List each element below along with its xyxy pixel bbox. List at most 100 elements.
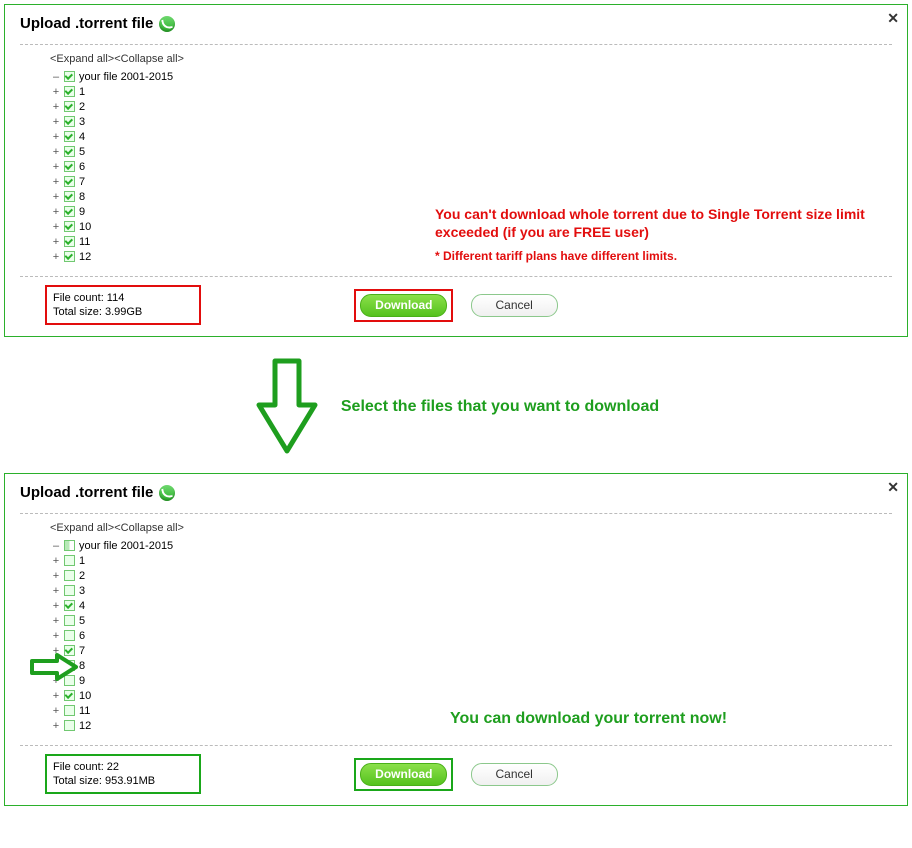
checkbox[interactable] [64,600,75,611]
tree-item: +2 [50,99,892,114]
expand-toggle[interactable]: + [50,251,62,263]
expand-toggle[interactable]: + [50,206,62,218]
checkbox[interactable] [64,236,75,247]
expand-all-link[interactable]: <Expand all> [50,522,114,534]
expand-toggle[interactable]: + [50,161,62,173]
children-list-2: +1+2+3+4+5+6+7+8+9+10+11+12 [50,553,892,733]
checkbox[interactable] [64,146,75,157]
expand-toggle[interactable]: + [50,131,62,143]
checkbox[interactable] [64,221,75,232]
tree-item: +6 [50,628,892,643]
item-label: 9 [79,206,85,218]
tree-item: +3 [50,114,892,129]
tree-item: +3 [50,583,892,598]
expand-toggle[interactable]: + [50,720,62,732]
expand-toggle[interactable]: + [50,630,62,642]
checkbox[interactable] [64,161,75,172]
item-label: 5 [79,146,85,158]
expand-toggle[interactable]: + [50,191,62,203]
close-button[interactable]: ✕ [887,10,899,27]
collapse-all-link[interactable]: <Collapse all> [114,522,184,534]
checkbox[interactable] [64,191,75,202]
tree-item: +5 [50,144,892,159]
item-label: 8 [79,660,85,672]
checkbox[interactable] [64,555,75,566]
item-label: 11 [79,236,90,248]
expand-toggle[interactable]: + [50,570,62,582]
expand-toggle[interactable]: + [50,585,62,597]
item-label: 2 [79,101,85,113]
close-button[interactable]: ✕ [887,479,899,496]
item-label: 2 [79,570,85,582]
collapse-all-link[interactable]: <Collapse all> [114,53,184,65]
highlight-download: Download [354,289,453,322]
expand-toggle[interactable]: – [50,540,62,552]
annotation-error: You can't download whole torrent due to … [435,205,895,265]
checkbox[interactable] [64,116,75,127]
dialog-title: Upload .torrent file [20,15,892,32]
upload-dialog-2: ✕ Upload .torrent file <Expand all><Coll… [4,473,908,806]
checkbox[interactable] [64,86,75,97]
down-arrow-icon [253,357,321,457]
item-label: 12 [79,720,91,732]
expand-toggle[interactable]: + [50,176,62,188]
tree-item: +1 [50,553,892,568]
cancel-button[interactable]: Cancel [471,294,558,317]
tree-root-row: – your file 2001-2015 [50,69,892,84]
checkbox[interactable] [64,540,75,551]
checkbox[interactable] [64,720,75,731]
middle-annotation: Select the files that you want to downlo… [0,357,912,457]
tree-item: +5 [50,613,892,628]
download-button[interactable]: Download [360,763,447,786]
cancel-button[interactable]: Cancel [471,763,558,786]
annotation-success: You can download your torrent now! [450,710,727,728]
checkbox[interactable] [64,176,75,187]
title-text: Upload .torrent file [20,15,153,32]
item-label: 5 [79,615,85,627]
checkbox[interactable] [64,206,75,217]
download-button[interactable]: Download [360,294,447,317]
expand-toggle[interactable]: + [50,86,62,98]
expand-toggle[interactable]: + [50,101,62,113]
expand-toggle[interactable]: + [50,236,62,248]
expand-toggle[interactable]: + [50,615,62,627]
checkbox[interactable] [64,570,75,581]
item-label: 7 [79,176,85,188]
expand-toggle[interactable]: + [50,221,62,233]
right-arrow-icon [29,652,79,682]
item-label: 10 [79,690,91,702]
item-label: 1 [79,86,85,98]
item-label: 11 [79,705,90,717]
item-label: 10 [79,221,91,233]
button-row: Download Cancel [20,289,892,322]
tree-item: +1 [50,84,892,99]
checkbox[interactable] [64,585,75,596]
expand-toggle[interactable]: + [50,146,62,158]
expand-toggle[interactable]: + [50,600,62,612]
expand-all-link[interactable]: <Expand all> [50,53,114,65]
expand-toggle[interactable]: + [50,555,62,567]
tree-item: +2 [50,568,892,583]
expand-toggle[interactable]: + [50,116,62,128]
checkbox[interactable] [64,101,75,112]
upload-dialog-1: ✕ Upload .torrent file <Expand all><Coll… [4,4,908,337]
item-label: 9 [79,675,85,687]
expand-toggle[interactable]: + [50,705,62,717]
checkbox[interactable] [64,615,75,626]
app-icon [159,16,175,32]
checkbox[interactable] [64,131,75,142]
expand-toggle[interactable]: + [50,690,62,702]
item-label: 6 [79,161,85,173]
dialog-title: Upload .torrent file [20,484,892,501]
checkbox[interactable] [64,705,75,716]
checkbox[interactable] [64,251,75,262]
item-label: 8 [79,191,85,203]
checkbox[interactable] [64,690,75,701]
tree-controls: <Expand all><Collapse all> [50,522,892,534]
item-label: 7 [79,645,85,657]
app-icon [159,485,175,501]
checkbox[interactable] [64,71,75,82]
expand-toggle[interactable]: – [50,71,62,83]
checkbox[interactable] [64,630,75,641]
title-text: Upload .torrent file [20,484,153,501]
